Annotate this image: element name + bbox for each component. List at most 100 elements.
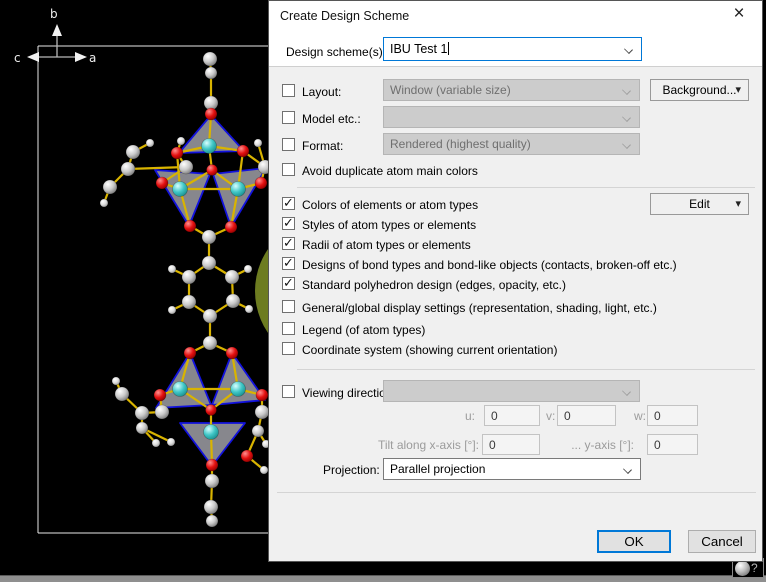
bond-designs-label: Designs of bond types and bond-like obje… [302,258,677,272]
atom-C[interactable] [155,405,169,419]
radii-label: Radii of atom types or elements [302,238,471,252]
atom-C[interactable] [255,405,269,419]
design-scheme-label: Design scheme(s): [286,45,386,59]
atom-H[interactable] [152,439,160,447]
close-icon[interactable]: × [728,3,750,25]
atom-O[interactable] [255,177,267,189]
status-bar [0,575,766,582]
layout-checkbox[interactable]: ✓ [282,84,295,97]
cancel-button[interactable]: Cancel [688,530,756,553]
model-label: Model etc.: [302,112,361,126]
polyhedron-label: Standard polyhedron design (edges, opaci… [302,278,566,292]
styles-checkbox[interactable]: ✓ [282,217,295,230]
edit-button[interactable]: Edit ▾ [650,193,749,215]
design-scheme-combobox[interactable]: IBU Test 1 [383,37,642,61]
atom-C[interactable] [204,500,218,514]
atom-ball-icon [735,561,750,576]
atom-O[interactable] [205,108,217,120]
chevron-down-icon[interactable] [623,465,632,474]
atom-C[interactable] [203,309,217,323]
avoid-duplicate-checkbox[interactable]: ✓ [282,163,295,176]
atom-O[interactable] [156,177,168,189]
atom-Zn[interactable] [231,182,246,197]
atom-C[interactable] [206,515,218,527]
atom-Zn[interactable] [204,425,219,440]
ok-button[interactable]: OK [597,530,671,553]
separator [297,187,755,188]
atom-C[interactable] [182,270,196,284]
global-settings-label: General/global display settings (represe… [302,301,657,315]
atom-H[interactable] [245,305,253,313]
global-settings-checkbox[interactable]: ✓ [282,300,295,313]
atom-C[interactable] [205,474,219,488]
atom-C[interactable] [179,160,193,174]
u-label: u: [465,409,475,423]
dialog-title: Create Design Scheme [280,9,409,23]
atom-O[interactable] [225,221,237,233]
colors-checkbox[interactable]: ✓ [282,197,295,210]
atom-C[interactable] [126,145,140,159]
atom-C[interactable] [115,387,129,401]
atom-C[interactable] [225,270,239,284]
atom-H[interactable] [260,466,268,474]
atom-O[interactable] [171,147,183,159]
atom-H[interactable] [167,438,175,446]
model-checkbox[interactable]: ✓ [282,111,295,124]
atom-H[interactable] [168,265,176,273]
atom-O[interactable] [207,165,218,176]
axis-arrow-icon [75,52,87,62]
atom-C[interactable] [136,422,148,434]
atom-H[interactable] [244,265,252,273]
atom-C[interactable] [203,52,217,66]
atom-H[interactable] [168,306,176,314]
legend-checkbox[interactable]: ✓ [282,322,295,335]
atom-C[interactable] [203,336,217,350]
atom-C[interactable] [252,425,264,437]
atom-O[interactable] [226,347,238,359]
atom-H[interactable] [177,137,185,145]
atom-H[interactable] [146,139,154,147]
polyhedron-checkbox[interactable]: ✓ [282,277,295,290]
radii-checkbox[interactable]: ✓ [282,237,295,250]
layout-label: Layout: [302,85,341,99]
tilt-x-field: 0 [482,434,540,455]
create-design-scheme-dialog: Create Design Scheme × Design scheme(s):… [268,0,763,562]
atom-O[interactable] [184,220,196,232]
format-label: Format: [302,139,343,153]
viewing-direction-checkbox[interactable]: ✓ [282,385,295,398]
atom-Zn[interactable] [173,182,188,197]
atom-C[interactable] [135,406,149,420]
atom-O[interactable] [206,405,217,416]
atom-O[interactable] [237,145,249,157]
atom-C[interactable] [202,256,216,270]
v-label: v: [546,409,555,423]
background-button[interactable]: Background... ▾ [650,79,749,101]
legend-label: Legend (of atom types) [302,323,425,337]
atom-C[interactable] [182,295,196,309]
bond-designs-checkbox[interactable]: ✓ [282,257,295,270]
coordinate-system-checkbox[interactable]: ✓ [282,342,295,355]
separator [277,492,756,493]
atom-C[interactable] [103,180,117,194]
atom-Zn[interactable] [173,382,188,397]
atom-O[interactable] [206,459,218,471]
atom-H[interactable] [100,199,108,207]
chevron-down-icon[interactable] [624,45,633,54]
w-field: 0 [647,405,698,426]
atom-O[interactable] [154,389,166,401]
atom-O[interactable] [184,347,196,359]
atom-C[interactable] [226,294,240,308]
axis-label-b: b [50,7,58,21]
atom-Zn[interactable] [202,139,217,154]
format-checkbox[interactable]: ✓ [282,138,295,151]
atom-O[interactable] [256,389,268,401]
atom-C[interactable] [121,162,135,176]
atom-H[interactable] [112,377,120,385]
atom-C[interactable] [205,67,217,79]
projection-combobox[interactable]: Parallel projection [383,458,641,480]
atom-O[interactable] [241,450,253,462]
atom-Zn[interactable] [231,382,246,397]
atom-H[interactable] [254,139,262,147]
axis-label-c: c [14,51,21,65]
atom-C[interactable] [202,230,216,244]
